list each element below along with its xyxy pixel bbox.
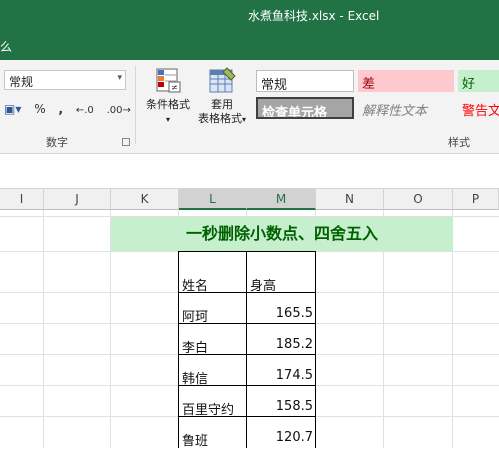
number-format-buttons: ▣▾ % , ←.0 .00→ (4, 102, 140, 122)
table-cell-height[interactable]: 165.5 (250, 306, 313, 321)
style-normal[interactable]: 常规 (256, 70, 354, 92)
title-banner-cell[interactable]: 一秒删除小数点、四舍五入 (111, 217, 453, 251)
column-header-j[interactable]: J (44, 189, 111, 210)
table-header-name[interactable]: 姓名 (182, 275, 208, 294)
column-header-k[interactable]: K (111, 189, 179, 210)
table-cell-name[interactable]: 鲁班 (182, 430, 208, 449)
number-format-dropdown[interactable]: 常规 ▾ (4, 70, 126, 90)
table-header-height[interactable]: 身高 (250, 275, 276, 294)
table-border (246, 251, 247, 448)
style-bad[interactable]: 差 (358, 70, 454, 92)
column-header-o[interactable]: O (384, 189, 453, 210)
column-header-m[interactable]: M (247, 189, 316, 210)
table-cell-name[interactable]: 李白 (182, 337, 208, 356)
format-as-table-icon (207, 66, 237, 96)
column-header-l[interactable]: L (179, 189, 247, 210)
number-format-value: 常规 (9, 75, 34, 89)
table-cell-height[interactable]: 185.2 (250, 337, 313, 352)
format-as-table-label-2: 表格格式 (197, 112, 242, 125)
table-cell-height[interactable]: 158.5 (250, 399, 313, 414)
format-as-table-label-1: 套用 (211, 98, 233, 111)
ribbon: 常规 ▾ ▣▾ % , ←.0 .00→ 数字 ≠ 条件格式 ▾ 套用 表格格式… (0, 60, 499, 154)
conditional-format-label: 条件格式 (146, 98, 190, 111)
table-cell-height[interactable]: 120.7 (250, 430, 313, 445)
table-border (315, 251, 316, 448)
percent-style-button[interactable]: % (34, 102, 45, 116)
table-border (178, 251, 316, 252)
style-check-cell[interactable]: 检查单元格 (256, 97, 354, 119)
dialog-launcher-icon[interactable] (122, 138, 130, 146)
column-header-i[interactable]: I (0, 189, 44, 210)
chevron-down-icon: ▾ (241, 115, 246, 124)
chevron-down-icon: ▾ (117, 73, 122, 83)
styles-group-label: 样式 (448, 136, 470, 149)
svg-text:≠: ≠ (171, 83, 178, 92)
column-header-n[interactable]: N (316, 189, 384, 210)
formula-bar-area (0, 154, 499, 189)
column-header-p[interactable]: P (453, 189, 499, 210)
increase-decimal-button[interactable]: ←.0 (76, 105, 94, 116)
conditional-format-icon: ≠ (153, 66, 183, 96)
banner-text: 一秒删除小数点、四舍五入 (185, 224, 378, 243)
conditional-format-button[interactable]: ≠ 条件格式 ▾ (140, 66, 196, 127)
format-as-table-button[interactable]: 套用 表格格式▾ (194, 66, 250, 127)
table-cell-name[interactable]: 阿珂 (182, 306, 208, 325)
gridline (43, 210, 44, 448)
table-cell-height[interactable]: 174.5 (250, 368, 313, 383)
style-good[interactable]: 好 (458, 70, 499, 92)
chevron-down-icon: ▾ (165, 115, 170, 124)
number-group-label: 数字 (46, 136, 68, 149)
table-border (178, 251, 179, 448)
style-warning[interactable]: 警告文 (458, 97, 499, 119)
table-cell-name[interactable]: 百里守约 (182, 399, 234, 418)
table-cell-name[interactable]: 韩信 (182, 368, 208, 387)
window-title: 水煮鱼科技.xlsx - Excel (248, 9, 380, 23)
decrease-decimal-button[interactable]: .00→ (107, 105, 131, 116)
accounting-format-icon[interactable]: ▣▾ (4, 102, 21, 116)
comma-style-button[interactable]: , (58, 102, 63, 116)
group-separator (135, 66, 136, 144)
title-bar: 水煮鱼科技.xlsx - Excel (0, 0, 499, 30)
style-explanatory[interactable]: 解释性文本 (358, 97, 454, 119)
tell-me-box[interactable]: 么 (0, 38, 12, 55)
ribbon-tabs-bar: 么 (0, 30, 499, 60)
